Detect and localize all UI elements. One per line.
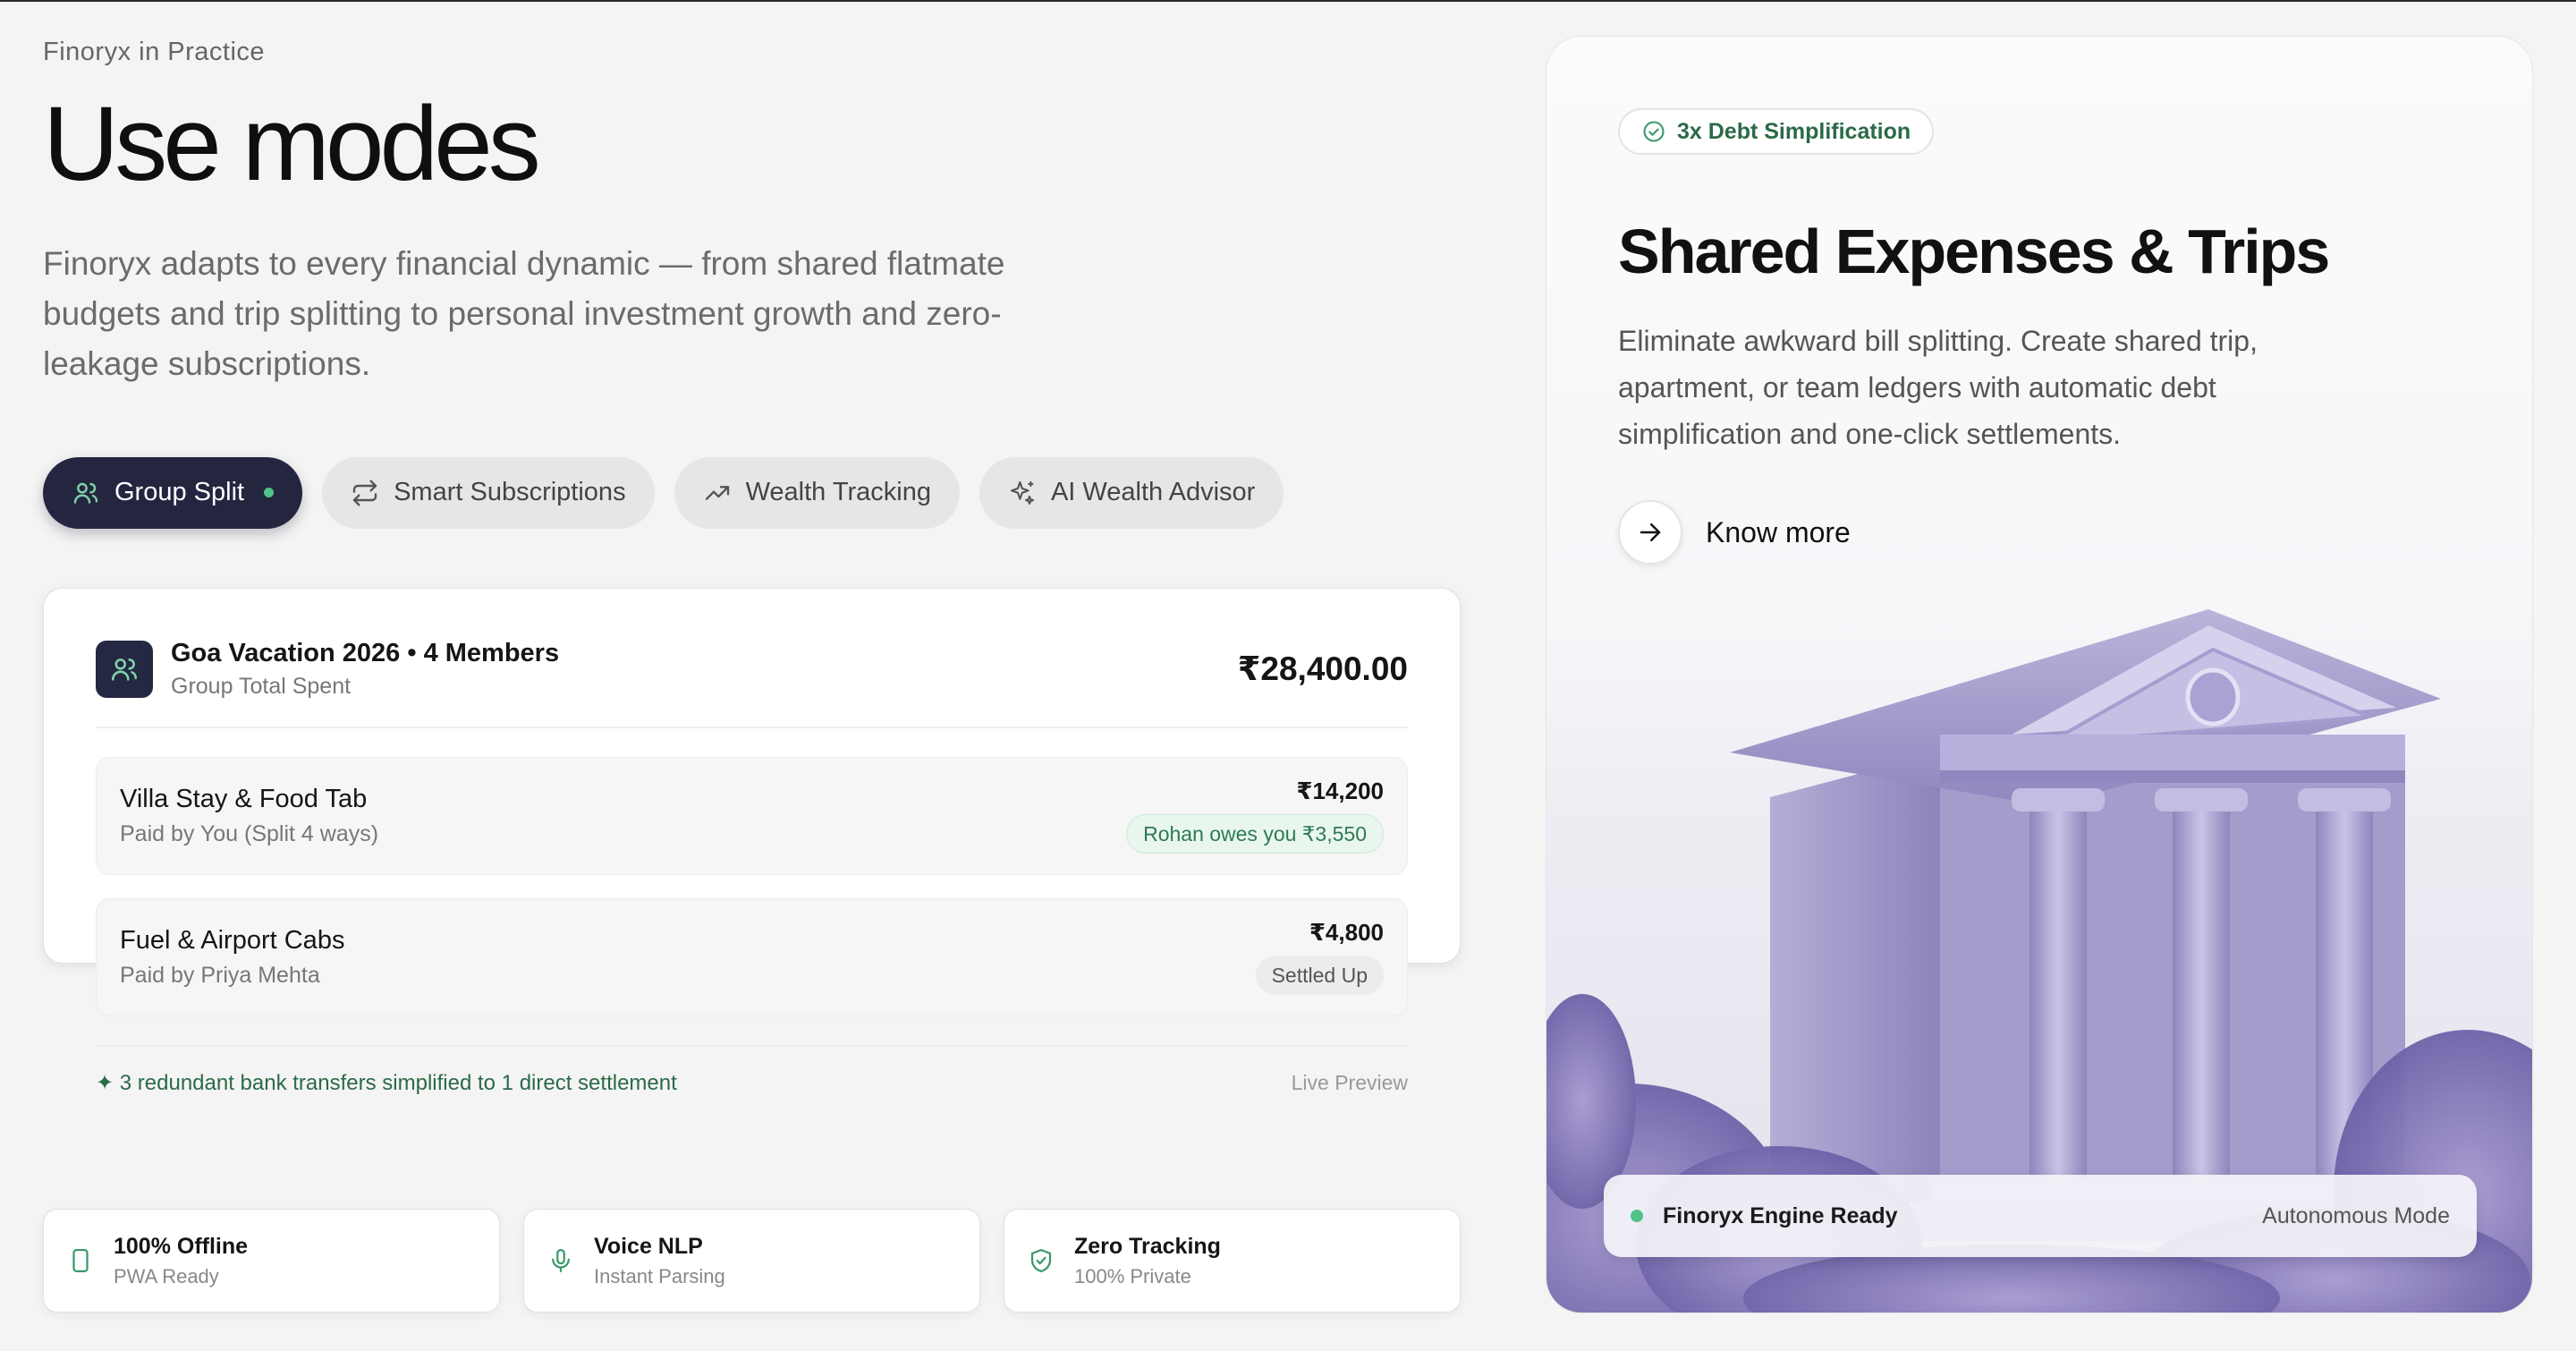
- feature-subtitle: 100% Private: [1074, 1264, 1191, 1287]
- expense-info: Villa Stay & Food Tab Paid by You (Split…: [120, 785, 378, 847]
- group-name: Goa Vacation 2026 • 4 Members: [171, 638, 560, 667]
- group-subtitle: Group Total Spent: [171, 673, 352, 699]
- tab-label: Wealth Tracking: [745, 478, 931, 507]
- feature-subtitle: PWA Ready: [114, 1264, 219, 1287]
- tab-label: AI Wealth Advisor: [1050, 478, 1256, 507]
- tab-group-split[interactable]: Group Split: [43, 456, 303, 529]
- feature-text: Zero Tracking 100% Private: [1074, 1234, 1221, 1288]
- group-info: Goa Vacation 2026 • 4 Members Group Tota…: [171, 639, 559, 700]
- expense-amount: ₹14,200: [1296, 777, 1384, 805]
- feature-title: Voice NLP: [594, 1233, 703, 1259]
- card-footer: ✦ 3 redundant bank transfers simplified …: [96, 1044, 1408, 1096]
- group-avatar: [96, 640, 153, 698]
- simplification-note: ✦ 3 redundant bank transfers simplified …: [96, 1070, 677, 1095]
- debt-badge: 3x Debt Simplification: [1618, 108, 1935, 155]
- status-badge: Settled Up: [1255, 956, 1384, 996]
- shield-check-icon: [1030, 1249, 1052, 1272]
- engine-status-bar: Finoryx Engine Ready Autonomous Mode: [1604, 1175, 2477, 1257]
- group-header: Goa Vacation 2026 • 4 Members Group Tota…: [96, 639, 1408, 700]
- know-more-label: Know more: [1706, 515, 1851, 548]
- left-section: Finoryx in Practice Use modes Finoryx ad…: [43, 38, 1461, 1095]
- users-icon: [111, 658, 138, 681]
- group-preview-card: Goa Vacation 2026 • 4 Members Group Tota…: [43, 587, 1461, 1095]
- tab-label: Smart Subscriptions: [394, 478, 626, 507]
- know-more-link[interactable]: Know more: [1618, 500, 1851, 565]
- expense-amount: ₹4,800: [1309, 919, 1384, 947]
- status-dot: [1631, 1210, 1643, 1222]
- sparkles-icon: [1010, 480, 1035, 505]
- expense-meta: ₹4,800 Settled Up: [1255, 919, 1384, 996]
- expense-subtitle: Paid by You (Split 4 ways): [120, 820, 379, 846]
- eyebrow-label: Finoryx in Practice: [43, 38, 266, 66]
- mode-tabs: Group Split Smart Subscriptions Wealth T…: [43, 456, 1461, 529]
- feature-text: 100% Offline PWA Ready: [114, 1234, 248, 1288]
- know-more-button[interactable]: [1618, 500, 1682, 565]
- page-description: Finoryx adapts to every financial dynami…: [43, 244, 1005, 382]
- expense-title: Villa Stay & Food Tab: [120, 784, 368, 813]
- divider: [96, 726, 1408, 728]
- panel-title: Shared Expenses & Trips: [1618, 217, 2330, 286]
- expense-title: Fuel & Airport Cabs: [120, 925, 345, 955]
- feature-text: Voice NLP Instant Parsing: [594, 1234, 725, 1288]
- feature-subtitle: Instant Parsing: [594, 1264, 725, 1287]
- live-preview-label: Live Preview: [1291, 1070, 1408, 1094]
- expense-row[interactable]: Villa Stay & Food Tab Paid by You (Split…: [96, 756, 1408, 875]
- feature-card-privacy: Zero Tracking 100% Private: [1004, 1209, 1461, 1313]
- feature-card-voice: Voice NLP Instant Parsing: [523, 1209, 980, 1313]
- expense-info: Fuel & Airport Cabs Paid by Priya Mehta: [120, 926, 344, 989]
- tab-smart-subscriptions[interactable]: Smart Subscriptions: [322, 456, 655, 529]
- page-title: Use modes: [43, 85, 541, 203]
- status-mode: Autonomous Mode: [2262, 1202, 2450, 1228]
- feature-cards: 100% Offline PWA Ready Voice NLP Instant…: [43, 1209, 1461, 1313]
- feature-title: 100% Offline: [114, 1233, 249, 1259]
- expense-row[interactable]: Fuel & Airport Cabs Paid by Priya Mehta …: [96, 897, 1408, 1016]
- phone-icon: [72, 1249, 89, 1272]
- columns: [2012, 788, 2391, 1182]
- detail-panel: 3x Debt Simplification Shared Expenses &…: [1546, 36, 2533, 1313]
- feature-title: Zero Tracking: [1074, 1233, 1221, 1259]
- tab-ai-wealth-advisor[interactable]: AI Wealth Advisor: [979, 456, 1284, 529]
- trending-up-icon: [705, 485, 729, 500]
- check-circle-icon: [1643, 121, 1665, 142]
- mic-icon: [552, 1249, 570, 1272]
- tab-wealth-tracking[interactable]: Wealth Tracking: [674, 456, 960, 529]
- expense-subtitle: Paid by Priya Mehta: [120, 962, 320, 988]
- status-badge: Rohan owes you ₹3,550: [1126, 814, 1384, 854]
- expense-meta: ₹14,200 Rohan owes you ₹3,550: [1126, 777, 1384, 854]
- tab-label: Group Split: [114, 478, 245, 507]
- panel-description: Eliminate awkward bill splitting. Create…: [1618, 325, 2258, 450]
- status-label: Finoryx Engine Ready: [1663, 1202, 1898, 1228]
- group-total: ₹28,400.00: [1237, 650, 1408, 688]
- arrow-right-icon: [1640, 523, 1661, 541]
- repeat-icon: [352, 480, 377, 506]
- users-icon: [73, 482, 98, 504]
- badge-label: 3x Debt Simplification: [1677, 118, 1911, 144]
- feature-card-offline: 100% Offline PWA Ready: [43, 1209, 500, 1313]
- active-dot: [264, 488, 275, 498]
